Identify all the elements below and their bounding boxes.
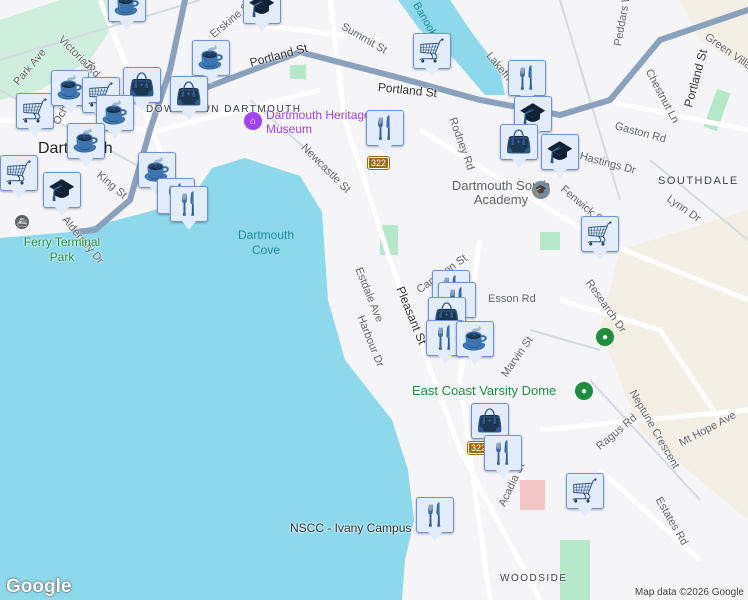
place-label-ferry-park[interactable]: Ferry Terminal Park — [14, 235, 110, 265]
shopping-icon: 👜 — [128, 72, 156, 97]
school-icon: 🎓 — [546, 139, 574, 164]
shopping-icon: 👜 — [505, 129, 533, 154]
grocery-marker[interactable]: 🛒 — [413, 33, 451, 77]
water-label-cove: Dartmouth Cove — [237, 228, 295, 257]
museum-icon[interactable]: ⌂ — [244, 112, 262, 130]
grocery-icon: 🛒 — [586, 221, 614, 246]
school-marker[interactable]: 🎓 — [43, 172, 81, 216]
shopping-marker[interactable]: 👜 — [500, 124, 538, 168]
park-pin-icon[interactable]: ● — [596, 328, 614, 346]
coffee-icon: ☕ — [197, 45, 225, 70]
grocery-marker[interactable]: 🛒 — [16, 93, 54, 137]
school-marker[interactable]: 🎓 — [541, 134, 579, 178]
restaurant-icon: 🍴 — [489, 440, 517, 465]
place-label-woodside: WOODSIDE — [500, 573, 568, 584]
coffee-icon: ☕ — [461, 326, 489, 351]
coffee-marker[interactable]: ☕ — [192, 40, 230, 84]
restaurant-icon: 🍴 — [371, 115, 399, 140]
restaurant-marker[interactable]: 🍴 — [484, 435, 522, 479]
school-icon: 🎓 — [519, 101, 547, 126]
place-label-southdale: SOUTHDALE — [658, 175, 739, 187]
coffee-icon: ☕ — [101, 100, 129, 125]
restaurant-marker[interactable]: 🍴 — [366, 110, 404, 154]
school-marker[interactable]: 🎓 — [243, 0, 281, 32]
grocery-icon: 🛒 — [571, 478, 599, 503]
grocery-marker[interactable]: 🛒 — [581, 216, 619, 260]
grocery-icon: 🛒 — [418, 38, 446, 63]
google-logo: Google — [6, 576, 72, 597]
grocery-icon: 🛒 — [5, 160, 33, 185]
grocery-marker[interactable]: 🛒 — [566, 473, 604, 517]
coffee-icon: ☕ — [113, 0, 141, 16]
street-label: Esson Rd — [488, 293, 536, 305]
ferry-icon: ⛴ — [15, 215, 29, 229]
shopping-icon: 👜 — [476, 408, 504, 433]
school-icon: 🎓 — [48, 177, 76, 202]
place-label-dome[interactable]: East Coast Varsity Dome — [412, 383, 556, 398]
park-pin-icon[interactable]: ● — [575, 382, 593, 400]
coffee-icon: ☕ — [56, 75, 84, 100]
shopping-icon: 👜 — [175, 81, 203, 106]
restaurant-marker[interactable]: 🍴 — [416, 497, 454, 541]
restaurant-icon: 🍴 — [513, 65, 541, 90]
coffee-marker[interactable]: ☕ — [108, 0, 146, 30]
restaurant-marker[interactable]: 🍴 — [508, 60, 546, 104]
route-shield: 322 — [368, 157, 390, 169]
coffee-icon: ☕ — [72, 128, 100, 153]
coffee-marker[interactable]: ☕ — [456, 321, 494, 365]
school-pin-icon[interactable]: 🎓 — [532, 181, 550, 199]
shopping-marker[interactable]: 👜 — [170, 76, 208, 120]
restaurant-icon: 🍴 — [431, 325, 459, 350]
map-attribution[interactable]: Map data ©2026 Google — [630, 585, 748, 600]
coffee-marker[interactable]: ☕ — [67, 123, 105, 167]
grocery-marker[interactable]: 🛒 — [0, 155, 38, 199]
place-label-nscc[interactable]: NSCC - Ivany Campus — [290, 521, 411, 535]
restaurant-marker[interactable]: 🍴 — [170, 186, 208, 230]
restaurant-icon: 🍴 — [421, 502, 449, 527]
school-icon: 🎓 — [248, 0, 276, 18]
grocery-icon: 🛒 — [21, 98, 49, 123]
restaurant-icon: 🍴 — [175, 191, 203, 216]
shopping-marker[interactable]: 👜 — [471, 403, 509, 447]
